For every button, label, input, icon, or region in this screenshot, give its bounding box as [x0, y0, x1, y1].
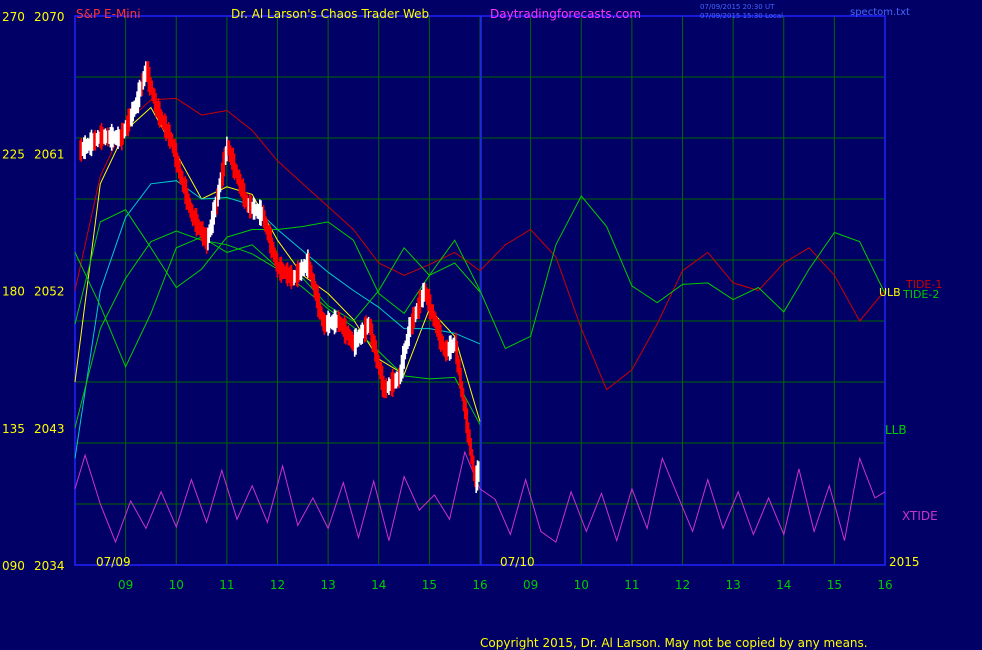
llb-label: LLB: [885, 423, 907, 437]
x-tick-label: 16: [877, 578, 892, 592]
file-label: spectom.txt: [850, 7, 910, 18]
x-axis: 09 10 11 12 13 14 15 16 09 10 11 12 13 14 15 16: [118, 578, 893, 592]
copyright: Copyright 2015, Dr. Al Larson. May not b…: [480, 636, 868, 650]
date-marker-1: 07/09: [96, 555, 131, 569]
price-axis-tick: 2043: [34, 422, 65, 436]
x-tick-label: 13: [320, 578, 335, 592]
x-tick-label: 15: [827, 578, 842, 592]
chart-title: Dr. Al Larson's Chaos Trader Web: [231, 7, 429, 21]
xtide-label: XTIDE: [902, 509, 938, 523]
timestamp-ut: 07/09/2015 20:30 UT: [700, 3, 775, 11]
left-axis: 270 2070 225 2061 180 2052 135 2043 090 2034: [2, 10, 65, 573]
x-tick-label: 09: [118, 578, 133, 592]
price-bars: [79, 61, 480, 493]
left-axis-tick: 090: [2, 559, 25, 573]
left-axis-tick: 225: [2, 147, 25, 161]
chart-canvas: S&P E-Mini Dr. Al Larson's Chaos Trader …: [2, 3, 942, 650]
x-tick-label: 10: [169, 578, 184, 592]
date-marker-2: 07/10: [500, 555, 535, 569]
price-axis-tick: 2070: [34, 10, 65, 24]
x-tick-label: 15: [422, 578, 437, 592]
x-tick-label: 13: [725, 578, 740, 592]
year-label: 2015: [889, 555, 920, 569]
x-tick-label: 12: [675, 578, 690, 592]
x-tick-label: 11: [624, 578, 639, 592]
x-tick-label: 14: [776, 578, 791, 592]
tide2-label: TIDE-2: [902, 288, 939, 301]
ulb-label: ULB: [879, 286, 901, 299]
left-axis-tick: 270: [2, 10, 25, 24]
chart-stage: S&P E-Mini Dr. Al Larson's Chaos Trader …: [0, 0, 982, 650]
x-tick-label: 10: [574, 578, 589, 592]
timestamp-local: 07/09/2015 15:30 Local: [700, 12, 783, 20]
x-tick-label: 16: [472, 578, 487, 592]
left-axis-tick: 180: [2, 285, 25, 299]
x-tick-label: 11: [219, 578, 234, 592]
x-tick-label: 09: [523, 578, 538, 592]
symbol-label: S&P E-Mini: [76, 7, 141, 21]
x-tick-label: 14: [371, 578, 386, 592]
price-axis-tick: 2061: [34, 147, 65, 161]
site-label[interactable]: Daytradingforecasts.com: [490, 7, 641, 21]
price-axis-tick: 2034: [34, 559, 65, 573]
price-axis-tick: 2052: [34, 285, 65, 299]
x-tick-label: 12: [270, 578, 285, 592]
left-axis-tick: 135: [2, 422, 25, 436]
